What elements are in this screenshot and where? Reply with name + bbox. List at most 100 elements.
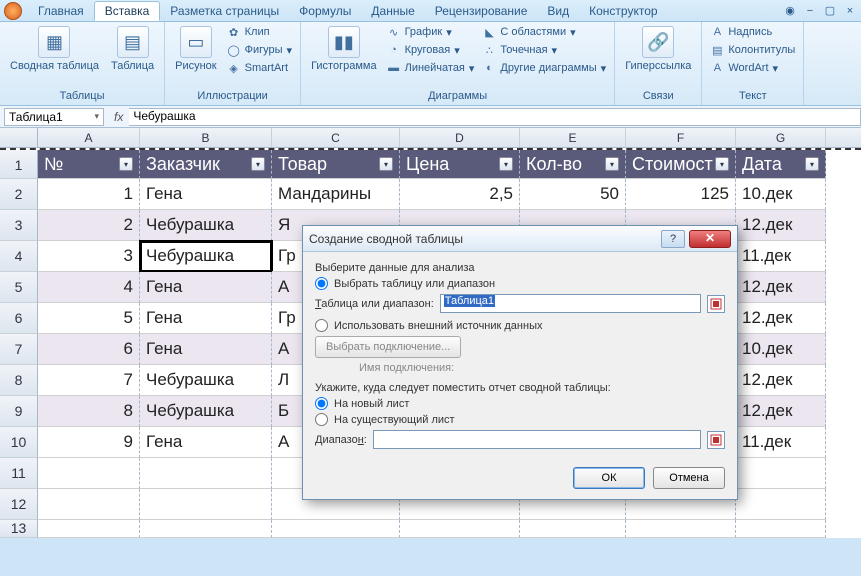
restore-icon[interactable]: ▢ [823, 4, 837, 18]
col-header[interactable]: F [626, 128, 736, 147]
cell[interactable]: Гена [140, 334, 272, 365]
tab-insert[interactable]: Вставка [94, 1, 161, 21]
cell[interactable]: Мандарины [272, 179, 400, 210]
radio-existing-sheet[interactable] [315, 413, 328, 426]
col-header[interactable]: D [400, 128, 520, 147]
cell[interactable]: Гена [140, 179, 272, 210]
cell[interactable]: 11.дек [736, 241, 826, 272]
filter-dropdown-icon[interactable]: ▾ [805, 157, 819, 171]
scatter-chart-button[interactable]: ∴Точечная ▾ [480, 42, 608, 58]
row-header[interactable]: 8 [0, 365, 38, 396]
dialog-help-button[interactable]: ? [661, 230, 685, 248]
row-header[interactable]: 4 [0, 241, 38, 272]
filter-dropdown-icon[interactable]: ▾ [379, 157, 393, 171]
opt-select-range[interactable]: Выбрать таблицу или диапазон [315, 277, 725, 290]
hyperlink-button[interactable]: 🔗 Гиперссылка [621, 24, 695, 74]
wordart-button[interactable]: AWordArt ▾ [708, 60, 797, 76]
cell[interactable]: 12.дек [736, 272, 826, 303]
row-header[interactable]: 7 [0, 334, 38, 365]
opt-existing-sheet[interactable]: На существующий лист [315, 413, 725, 426]
other-charts-button[interactable]: ◐Другие диаграммы ▾ [480, 60, 608, 76]
name-box[interactable]: Таблица1▾ [4, 108, 104, 126]
col-header[interactable]: E [520, 128, 626, 147]
row-header[interactable]: 6 [0, 303, 38, 334]
filter-dropdown-icon[interactable]: ▾ [499, 157, 513, 171]
help-icon[interactable]: ◉ [783, 4, 797, 18]
cell[interactable]: 125 [626, 179, 736, 210]
cell[interactable]: Чебурашка [140, 210, 272, 241]
filter-dropdown-icon[interactable]: ▾ [119, 157, 133, 171]
cell[interactable]: 2 [38, 210, 140, 241]
line-chart-button[interactable]: ∿График ▾ [385, 24, 477, 40]
row-header[interactable]: 3 [0, 210, 38, 241]
dest-range-selector-button[interactable] [707, 431, 725, 449]
col-header[interactable]: G [736, 128, 826, 147]
cell[interactable]: 12.дек [736, 210, 826, 241]
cell[interactable]: Гена [140, 303, 272, 334]
row-header[interactable]: 13 [0, 520, 38, 538]
radio-select-range[interactable] [315, 277, 328, 290]
cell[interactable]: 12.дек [736, 303, 826, 334]
clip-button[interactable]: ✿Клип [225, 24, 294, 40]
cell[interactable]: Гена [140, 272, 272, 303]
row-header[interactable]: 5 [0, 272, 38, 303]
textbox-button[interactable]: AНадпись [708, 24, 797, 40]
filter-dropdown-icon[interactable]: ▾ [251, 157, 265, 171]
filter-dropdown-icon[interactable]: ▾ [605, 157, 619, 171]
pie-chart-button[interactable]: ◔Круговая ▾ [385, 42, 477, 58]
office-button[interactable] [4, 2, 22, 20]
smartart-button[interactable]: ◈SmartArt [225, 60, 294, 76]
opt-new-sheet[interactable]: На новый лист [315, 397, 725, 410]
range-selector-button[interactable] [707, 295, 725, 313]
cell[interactable]: 6 [38, 334, 140, 365]
bar-chart-button[interactable]: ▬Линейчатая ▾ [385, 60, 477, 76]
dest-range-input[interactable] [373, 430, 701, 449]
cell[interactable]: Чебурашка [140, 241, 272, 272]
cancel-button[interactable]: Отмена [653, 467, 725, 489]
cell[interactable]: Гена [140, 427, 272, 458]
tab-design[interactable]: Конструктор [579, 2, 667, 20]
cell[interactable]: 4 [38, 272, 140, 303]
table-button[interactable]: ▤ Таблица [107, 24, 158, 74]
row-header[interactable]: 11 [0, 458, 38, 489]
cell[interactable]: 8 [38, 396, 140, 427]
cell[interactable]: 7 [38, 365, 140, 396]
row-header[interactable]: 10 [0, 427, 38, 458]
cell[interactable]: 12.дек [736, 396, 826, 427]
pivot-table-button[interactable]: ▦ Сводная таблица [6, 24, 103, 74]
cell[interactable]: 1 [38, 179, 140, 210]
cell[interactable]: 3 [38, 241, 140, 272]
cell[interactable]: 2,5 [400, 179, 520, 210]
row-header[interactable]: 2 [0, 179, 38, 210]
ok-button[interactable]: ОК [573, 467, 645, 489]
cell[interactable]: Чебурашка [140, 365, 272, 396]
histogram-button[interactable]: ▮▮ Гистограмма [307, 24, 381, 74]
dialog-close-button[interactable]: ✕ [689, 230, 731, 248]
tab-review[interactable]: Рецензирование [425, 2, 538, 20]
shapes-button[interactable]: ◯Фигуры ▾ [225, 42, 294, 58]
minimize-icon[interactable]: − [803, 4, 817, 18]
cell[interactable]: 50 [520, 179, 626, 210]
picture-button[interactable]: ▭ Рисунок [171, 24, 221, 74]
radio-external-source[interactable] [315, 319, 328, 332]
col-header[interactable]: B [140, 128, 272, 147]
headerfooter-button[interactable]: ▤Колонтитулы [708, 42, 797, 58]
fx-icon[interactable]: fx [108, 110, 129, 124]
row-header[interactable]: 1 [0, 150, 38, 179]
radio-new-sheet[interactable] [315, 397, 328, 410]
row-header[interactable]: 12 [0, 489, 38, 520]
tab-formulas[interactable]: Формулы [289, 2, 361, 20]
cell[interactable]: 10.дек [736, 179, 826, 210]
filter-dropdown-icon[interactable]: ▾ [715, 157, 729, 171]
formula-input[interactable]: Чебурашка [129, 108, 861, 126]
cell[interactable]: Чебурашка [140, 396, 272, 427]
tab-view[interactable]: Вид [537, 2, 579, 20]
col-header[interactable]: A [38, 128, 140, 147]
area-chart-button[interactable]: ◣С областями ▾ [480, 24, 608, 40]
cell[interactable]: 12.дек [736, 365, 826, 396]
select-all-corner[interactable] [0, 128, 38, 147]
close-icon[interactable]: × [843, 4, 857, 18]
col-header[interactable]: C [272, 128, 400, 147]
cell[interactable]: 5 [38, 303, 140, 334]
row-header[interactable]: 9 [0, 396, 38, 427]
